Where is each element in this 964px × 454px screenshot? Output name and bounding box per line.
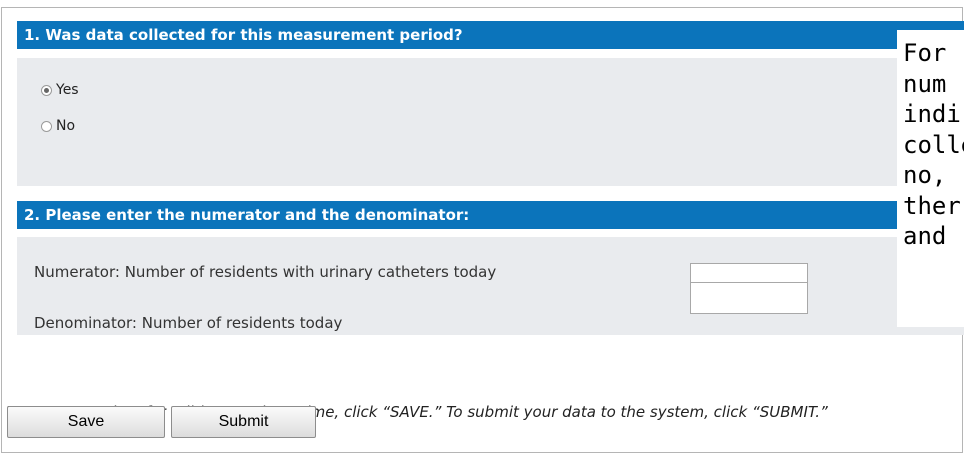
tooltip-line: no, xyxy=(903,161,947,189)
radio-yes-control[interactable] xyxy=(41,84,52,96)
question1-body xyxy=(17,58,964,186)
question2-header: 2. Please enter the numerator and the de… xyxy=(17,201,964,229)
question1-header: 1. Was data collected for this measureme… xyxy=(17,21,964,49)
radio-no-label: No xyxy=(56,118,76,134)
tooltip-line: and xyxy=(903,222,947,250)
radio-no-control[interactable] xyxy=(41,120,52,132)
tooltip-line: For xyxy=(903,39,947,67)
save-button[interactable]: Save xyxy=(7,406,165,438)
tooltip-line: colle xyxy=(903,130,964,159)
numerator-label: Numerator: Number of residents with urin… xyxy=(34,263,497,281)
submit-button[interactable]: Submit xyxy=(171,406,316,438)
radio-yes-label: Yes xyxy=(56,82,79,98)
denominator-input[interactable] xyxy=(690,282,808,314)
denominator-label: Denominator: Number of residents today xyxy=(34,314,343,332)
tooltip-line: num xyxy=(903,69,947,98)
tooltip-popup: For num indi colle no, ther and xyxy=(897,30,964,327)
radio-no[interactable]: No xyxy=(41,118,75,134)
tooltip-line: ther xyxy=(903,191,961,220)
tooltip-line: indi xyxy=(903,100,961,128)
radio-yes[interactable]: Yes xyxy=(41,82,79,98)
